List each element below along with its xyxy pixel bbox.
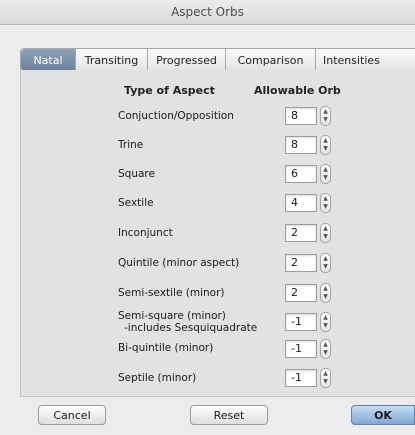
column-header-orb: Allowable Orb: [254, 84, 341, 97]
stepper-down-icon[interactable]: ▼: [323, 263, 328, 271]
aspect-label: Trine: [118, 139, 144, 151]
orb-input[interactable]: 2: [285, 284, 317, 302]
orb-stepper[interactable]: ▲ ▼: [320, 193, 331, 213]
aspect-label: Semi-sextile (minor): [118, 287, 225, 299]
orb-input[interactable]: 2: [285, 224, 317, 242]
orb-stepper[interactable]: ▲ ▼: [320, 223, 331, 243]
stepper-down-icon[interactable]: ▼: [323, 203, 328, 211]
tab-progressed[interactable]: Progressed: [148, 49, 226, 71]
orb-stepper[interactable]: ▲ ▼: [320, 135, 331, 155]
tab-transiting[interactable]: Transiting: [76, 49, 148, 71]
aspect-label: Bi-quintile (minor): [118, 342, 214, 354]
stepper-down-icon[interactable]: ▼: [323, 233, 328, 241]
tab-natal[interactable]: Natal: [21, 49, 76, 71]
orb-stepper[interactable]: ▲ ▼: [320, 164, 331, 184]
stepper-down-icon[interactable]: ▼: [323, 378, 328, 386]
aspect-label: Conjuction/Opposition: [118, 110, 234, 122]
orb-stepper[interactable]: ▲ ▼: [320, 253, 331, 273]
aspect-label: Sextile: [118, 197, 154, 209]
aspect-label: Quintile (minor aspect): [118, 257, 240, 269]
stepper-up-icon[interactable]: ▲: [323, 314, 328, 322]
orb-input[interactable]: 4: [285, 194, 317, 212]
window-title: Aspect Orbs: [171, 5, 244, 19]
window-titlebar: Aspect Orbs: [0, 0, 415, 25]
stepper-up-icon[interactable]: ▲: [323, 108, 328, 116]
stepper-down-icon[interactable]: ▼: [323, 174, 328, 182]
aspect-label: Inconjunct: [118, 227, 173, 239]
orb-stepper[interactable]: ▲ ▼: [320, 312, 331, 332]
orb-stepper[interactable]: ▲ ▼: [320, 283, 331, 303]
orb-input[interactable]: 8: [285, 136, 317, 154]
tab-bar: Natal Transiting Progressed Comparison I…: [20, 48, 415, 72]
stepper-up-icon[interactable]: ▲: [323, 370, 328, 378]
orb-input[interactable]: -1: [285, 313, 317, 331]
orb-input[interactable]: -1: [285, 340, 317, 358]
cancel-button[interactable]: Cancel: [38, 405, 106, 425]
stepper-down-icon[interactable]: ▼: [323, 145, 328, 153]
orb-input[interactable]: -1: [285, 369, 317, 387]
stepper-up-icon[interactable]: ▲: [323, 225, 328, 233]
stepper-up-icon[interactable]: ▲: [323, 137, 328, 145]
stepper-down-icon[interactable]: ▼: [323, 116, 328, 124]
aspect-sublabel: -includes Sesquiquadrate: [124, 322, 258, 334]
orb-stepper[interactable]: ▲ ▼: [320, 106, 331, 126]
stepper-down-icon[interactable]: ▼: [323, 322, 328, 330]
tab-intensities[interactable]: Intensities: [316, 49, 415, 71]
stepper-up-icon[interactable]: ▲: [323, 255, 328, 263]
orb-input[interactable]: 8: [285, 107, 317, 125]
stepper-up-icon[interactable]: ▲: [323, 285, 328, 293]
aspect-label: Semi-square (minor): [118, 310, 226, 322]
stepper-up-icon[interactable]: ▲: [323, 166, 328, 174]
column-header-aspect: Type of Aspect: [124, 84, 215, 97]
orb-stepper[interactable]: ▲ ▼: [320, 339, 331, 359]
stepper-down-icon[interactable]: ▼: [323, 349, 328, 357]
tab-comparison[interactable]: Comparison: [226, 49, 316, 71]
reset-button[interactable]: Reset: [190, 405, 268, 425]
ok-button[interactable]: OK: [351, 405, 415, 425]
stepper-up-icon[interactable]: ▲: [323, 195, 328, 203]
orb-input[interactable]: 6: [285, 165, 317, 183]
stepper-up-icon[interactable]: ▲: [323, 341, 328, 349]
stepper-down-icon[interactable]: ▼: [323, 293, 328, 301]
orb-input[interactable]: 2: [285, 254, 317, 272]
aspect-label: Square: [118, 168, 155, 180]
orb-stepper[interactable]: ▲ ▼: [320, 368, 331, 388]
aspect-label: Septile (minor): [118, 372, 197, 384]
